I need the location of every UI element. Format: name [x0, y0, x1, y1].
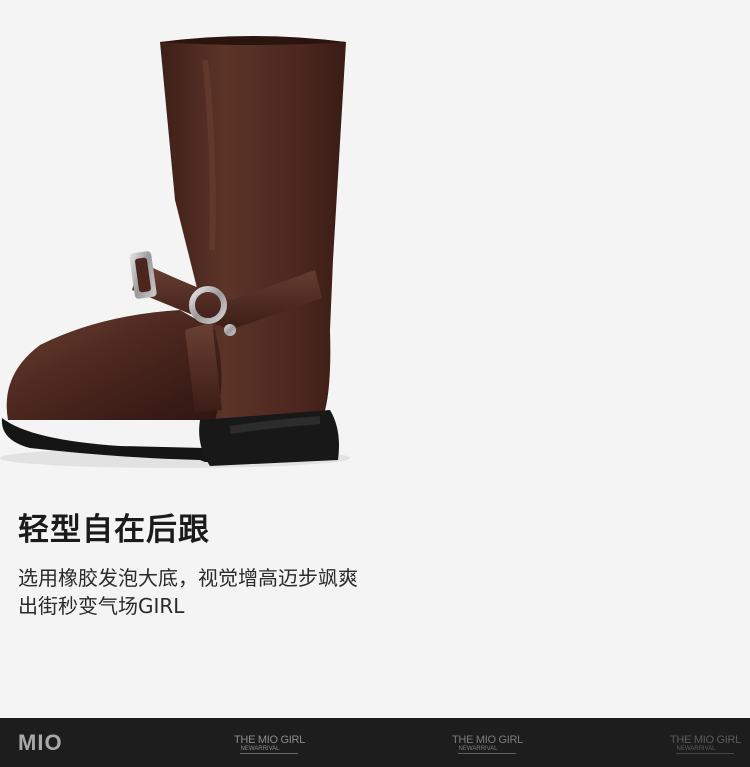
- brand-logo: MIO: [18, 730, 63, 755]
- product-image: [0, 0, 750, 480]
- watermark-sub: NEWARRIVAL: [458, 746, 517, 754]
- description-line: 出街秒变气场GIRL: [18, 594, 185, 618]
- watermark-title: THE MIO GIRL: [670, 734, 741, 746]
- watermark: THE MIO GIRL NEWARRIVAL: [452, 734, 523, 754]
- watermark-sub: NEWARRIVAL: [240, 746, 299, 754]
- watermark-sub: NEWARRIVAL: [676, 746, 735, 754]
- footer-bar: MIO THE MIO GIRL NEWARRIVAL THE MIO GIRL…: [0, 718, 750, 767]
- watermark-title: THE MIO GIRL: [234, 734, 305, 746]
- boot-illustration: [0, 36, 350, 468]
- product-description: 选用橡胶发泡大底，视觉增高迈步飒爽 出街秒变气场GIRL: [18, 564, 418, 620]
- watermark: THE MIO GIRL NEWARRIVAL: [670, 734, 741, 754]
- watermark-title: THE MIO GIRL: [452, 734, 523, 746]
- watermark: THE MIO GIRL NEWARRIVAL: [234, 734, 305, 754]
- description-line: 选用橡胶发泡大底，视觉增高迈步飒爽: [18, 566, 358, 590]
- product-headline: 轻型自在后跟: [18, 512, 210, 548]
